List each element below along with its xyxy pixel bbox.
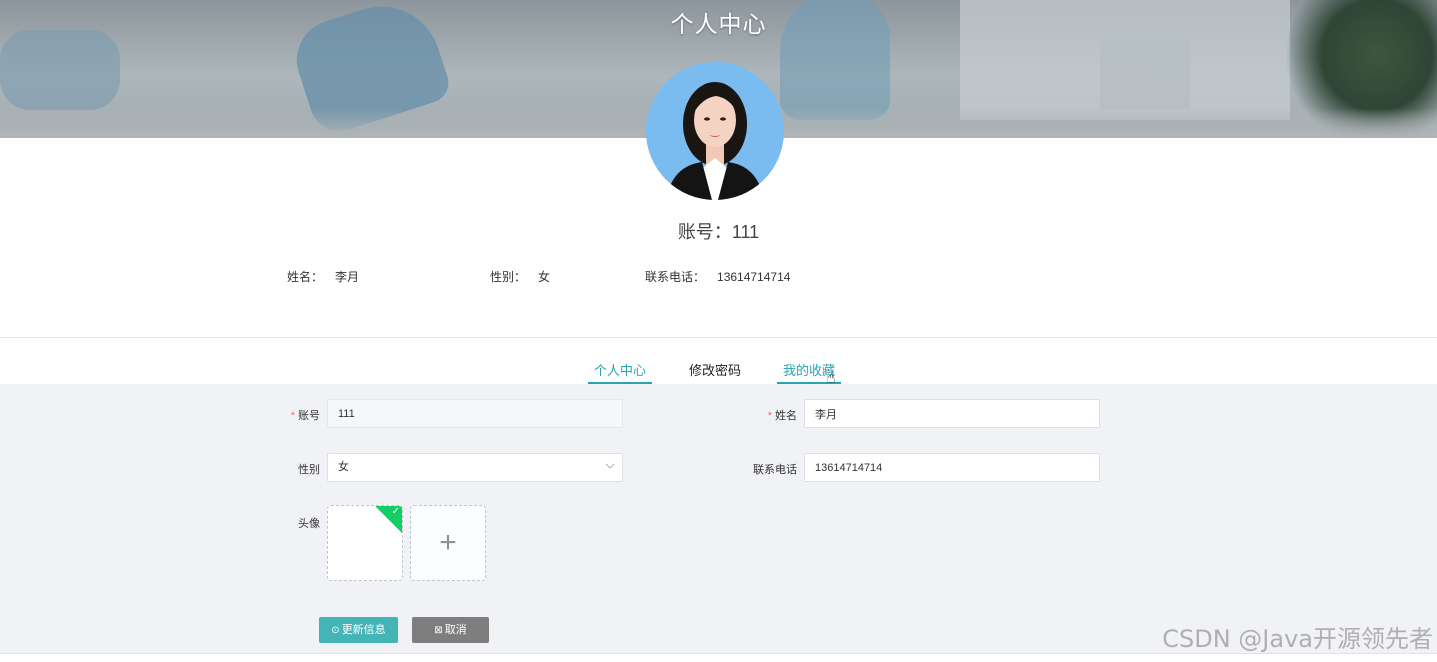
required-mark: * bbox=[767, 410, 772, 422]
avatar-field-label: 头像 bbox=[298, 518, 320, 530]
chevron-down-icon[interactable] bbox=[605, 461, 615, 474]
account-field[interactable] bbox=[327, 399, 623, 428]
account-field-label: * 账号 bbox=[280, 407, 320, 423]
phone-field-label: 联系电话 bbox=[753, 464, 797, 476]
profile-form bbox=[0, 384, 1437, 653]
tab-change-password[interactable]: 修改密码 bbox=[686, 360, 744, 384]
avatar-image bbox=[646, 62, 784, 200]
account-label: 账号： bbox=[677, 222, 732, 242]
update-info-label: 更新信息 bbox=[341, 624, 386, 636]
plus-icon: + bbox=[439, 526, 457, 559]
phone-info-label: 联系电话： bbox=[645, 270, 706, 284]
name-info-value: 李月 bbox=[335, 270, 360, 284]
upload-add-button[interactable]: + bbox=[410, 505, 486, 581]
name-info: 姓名： 李月 bbox=[287, 268, 359, 285]
gender-field-label: 性别 bbox=[298, 464, 320, 476]
required-mark: * bbox=[290, 410, 295, 422]
gender-select-value: 女 bbox=[338, 461, 349, 473]
account-value: 111 bbox=[731, 222, 760, 242]
check-icon: ✓ bbox=[391, 506, 400, 517]
name-field-label-text: 姓名 bbox=[775, 410, 797, 422]
gender-info-value: 女 bbox=[538, 270, 551, 284]
check-circle-icon: ⊙ bbox=[331, 625, 340, 636]
account-display: 账号：111 bbox=[0, 218, 1437, 244]
gender-info: 性别： 女 bbox=[490, 268, 550, 285]
tab-personal-center[interactable]: 个人中心 bbox=[588, 360, 652, 384]
update-info-button[interactable]: ⊙ 更新信息 bbox=[319, 617, 398, 643]
name-field[interactable] bbox=[804, 399, 1100, 428]
name-field-label: * 姓名 bbox=[757, 407, 797, 423]
phone-info-value: 13614714714 bbox=[717, 270, 791, 284]
gender-info-label: 性别： bbox=[490, 270, 527, 284]
close-box-icon: ⊠ bbox=[434, 625, 443, 636]
gender-select[interactable]: 女 bbox=[327, 453, 623, 482]
phone-info: 联系电话： 13614714714 bbox=[645, 268, 790, 285]
uploaded-avatar-thumbnail[interactable]: ✓ bbox=[327, 505, 403, 581]
cancel-label: 取消 bbox=[444, 624, 467, 636]
name-info-label: 姓名： bbox=[287, 270, 324, 284]
avatar bbox=[646, 62, 784, 200]
account-field-label-text: 账号 bbox=[298, 410, 320, 422]
cancel-button[interactable]: ⊠ 取消 bbox=[412, 617, 489, 643]
watermark: CSDN @Java开源领先者 bbox=[1162, 625, 1433, 653]
phone-field[interactable] bbox=[804, 453, 1100, 482]
page-title: 个人中心 bbox=[670, 11, 767, 37]
section-divider bbox=[0, 337, 1437, 338]
